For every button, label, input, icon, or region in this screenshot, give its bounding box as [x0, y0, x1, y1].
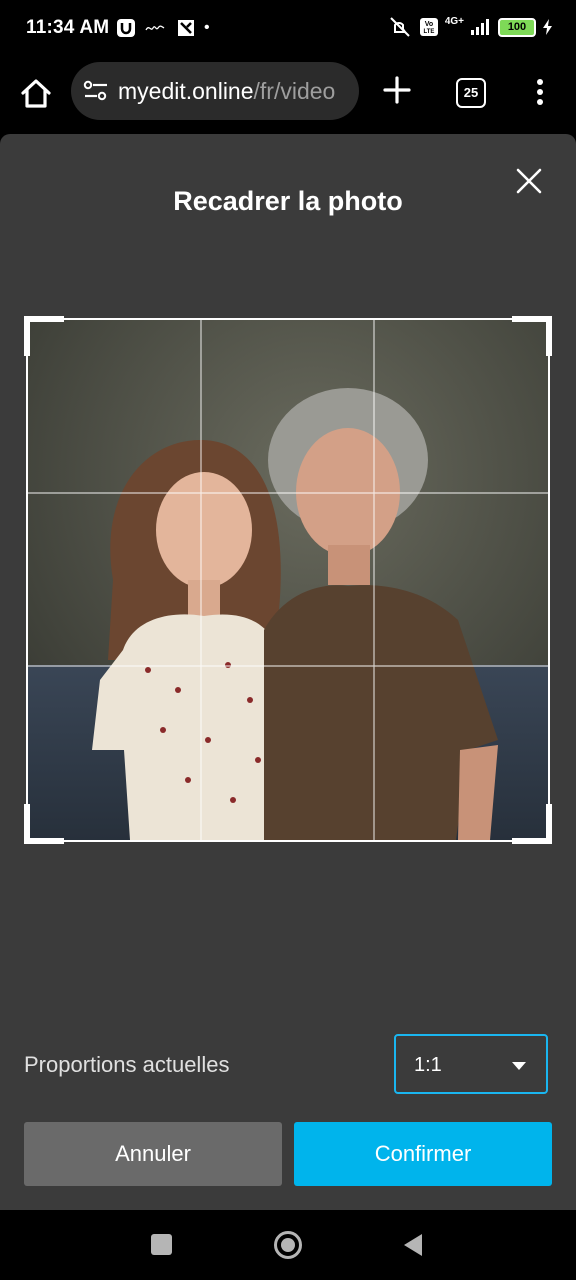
battery-indicator: 100 [498, 17, 536, 37]
url-text[interactable]: myedit.online/fr/video [118, 78, 354, 105]
chevron-down-icon [512, 1062, 526, 1070]
dialog-title: Recadrer la photo [173, 186, 403, 216]
crop-area[interactable] [24, 316, 552, 844]
address-bar[interactable]: myedit.online/fr/video [71, 62, 359, 120]
system-nav-bar [0, 1210, 576, 1280]
notification-icons: • [116, 18, 210, 38]
new-tab-icon[interactable] [380, 73, 414, 107]
tab-switcher-button[interactable]: 25 [456, 78, 486, 108]
charging-icon [543, 19, 552, 35]
script-app-icon [145, 25, 165, 31]
signal-icon [471, 19, 489, 35]
app-u-icon [117, 19, 135, 37]
url-host: myedit.online [118, 78, 254, 104]
svg-text:LTE: LTE [423, 29, 434, 35]
confirm-button[interactable]: Confirmer [294, 1122, 552, 1186]
aspect-ratio-dropdown[interactable]: 1:1 [394, 1034, 548, 1094]
crop-handle-bottom-left[interactable] [24, 804, 64, 844]
status-right: Vo LTE 4G+ 100 [387, 16, 554, 38]
svg-text:Vo: Vo [425, 21, 433, 28]
cancel-button[interactable]: Annuler [24, 1122, 282, 1186]
back-icon[interactable] [402, 1232, 424, 1258]
home-nav-icon[interactable] [273, 1230, 303, 1260]
url-path: /fr/video [253, 78, 336, 104]
close-icon[interactable] [512, 164, 546, 198]
mute-icon [390, 17, 410, 37]
photo-preview [28, 320, 548, 840]
aspect-ratio-value: 1:1 [414, 1054, 442, 1076]
recents-button[interactable] [151, 1234, 172, 1255]
overflow-menu-icon[interactable] [528, 76, 552, 108]
network-type: 4G+ [444, 15, 464, 27]
site-settings-icon[interactable] [83, 80, 109, 102]
crop-handle-bottom-right[interactable] [512, 804, 552, 844]
browser-toolbar: myedit.online/fr/video 25 [0, 58, 576, 134]
crop-dialog: Recadrer la photo Proportions actuelles … [0, 134, 576, 1210]
app-diamond-icon [178, 20, 194, 36]
home-icon[interactable] [16, 74, 56, 114]
crop-handle-top-right[interactable] [512, 316, 552, 356]
status-bar: 11:34 AM • Vo LTE 4G+ 100 [0, 0, 576, 58]
crop-handle-top-left[interactable] [24, 316, 64, 356]
proportions-label: Proportions actuelles [24, 1052, 230, 1077]
more-notifications-dot: • [204, 19, 210, 36]
status-time: 11:34 AM [26, 17, 110, 38]
volte-icon: VoLTE [419, 18, 438, 36]
